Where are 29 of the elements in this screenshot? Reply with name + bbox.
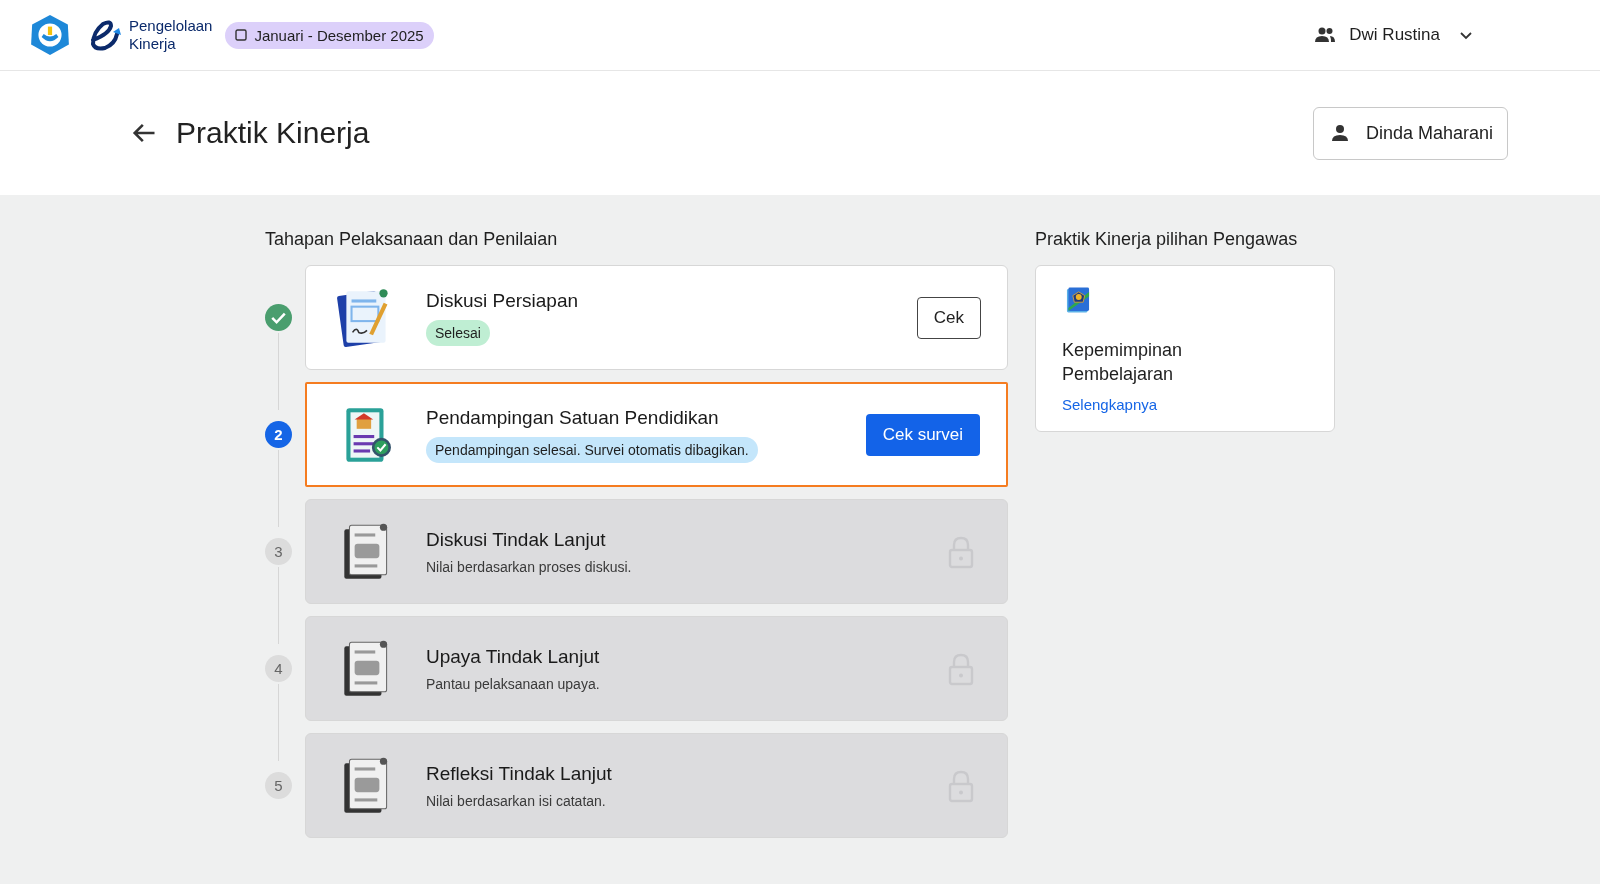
period-chip[interactable]: Januari - Desember 2025 bbox=[225, 21, 434, 49]
status-badge: Selesai bbox=[426, 319, 490, 346]
step-number: 2 bbox=[265, 421, 292, 448]
practice-card[interactable]: Kepemimpinan Pembelajaran Selengkapnya bbox=[1035, 265, 1335, 432]
section-heading: Praktik Kinerja pilihan Pengawas bbox=[1035, 229, 1299, 250]
step-description: Nilai berdasarkan isi catatan. bbox=[426, 792, 606, 809]
logo-text: Kinerja bbox=[129, 35, 177, 53]
step-number: 4 bbox=[265, 655, 292, 682]
more-link[interactable]: Selengkapnya bbox=[1062, 396, 1158, 413]
page-title: Praktik Kinerja bbox=[176, 116, 370, 150]
outline-button[interactable]: Cek bbox=[916, 296, 981, 339]
user-menu[interactable]: Dwi Rustina bbox=[1307, 22, 1480, 48]
step-description: Pantau pelaksanaan upaya. bbox=[426, 675, 600, 692]
step-title: Diskusi Persiapan bbox=[426, 289, 579, 312]
section-heading: Tahapan Pelaksanaan dan Penilaian bbox=[265, 229, 559, 250]
person-button[interactable]: Dinda Maharani bbox=[1312, 106, 1508, 160]
step-title: Pendampingan Satuan Pendidikan bbox=[426, 406, 719, 429]
emblem-icon bbox=[29, 14, 71, 56]
step-number: 5 bbox=[265, 772, 292, 799]
card-title: Kepemimpinan Pembelajaran bbox=[1062, 339, 1184, 386]
step-number: 3 bbox=[265, 538, 292, 565]
primary-button[interactable]: Cek survei bbox=[865, 413, 980, 456]
square-icon bbox=[235, 29, 248, 41]
step-description: Nilai berdasarkan proses diskusi. bbox=[426, 558, 632, 575]
logo-text: Pengelolaan bbox=[129, 17, 213, 35]
status-badge: Pendampingan selesai. Survei otomatis dibagikan. bbox=[426, 436, 758, 463]
step-title: Diskusi Tindak Lanjut bbox=[426, 528, 606, 551]
step-title: Refleksi Tindak Lanjut bbox=[426, 762, 612, 785]
step-title: Upaya Tindak Lanjut bbox=[426, 645, 600, 668]
